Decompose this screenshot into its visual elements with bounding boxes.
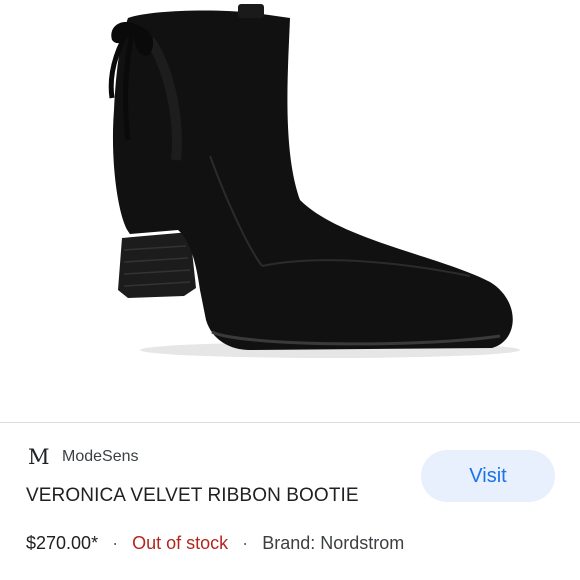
source-row[interactable]: M ModeSens <box>28 445 139 469</box>
product-meta-row: $270.00* · Out of stock · Brand: Nordstr… <box>26 533 404 554</box>
product-image[interactable] <box>0 0 580 422</box>
visit-button[interactable]: Visit <box>421 450 555 502</box>
separator-dot: · <box>242 533 249 553</box>
brand-label: Brand: Nordstrom <box>262 533 405 553</box>
separator-dot: · <box>112 533 119 553</box>
product-info-panel: M ModeSens VERONICA VELVET RIBBON BOOTIE… <box>0 423 580 580</box>
product-price: $270.00* <box>26 533 99 553</box>
ankle-boot-image <box>108 4 520 358</box>
product-title[interactable]: VERONICA VELVET RIBBON BOOTIE <box>26 485 359 507</box>
availability-status: Out of stock <box>132 533 229 553</box>
source-name: ModeSens <box>62 448 139 465</box>
modesens-logo-icon: M <box>28 445 50 469</box>
